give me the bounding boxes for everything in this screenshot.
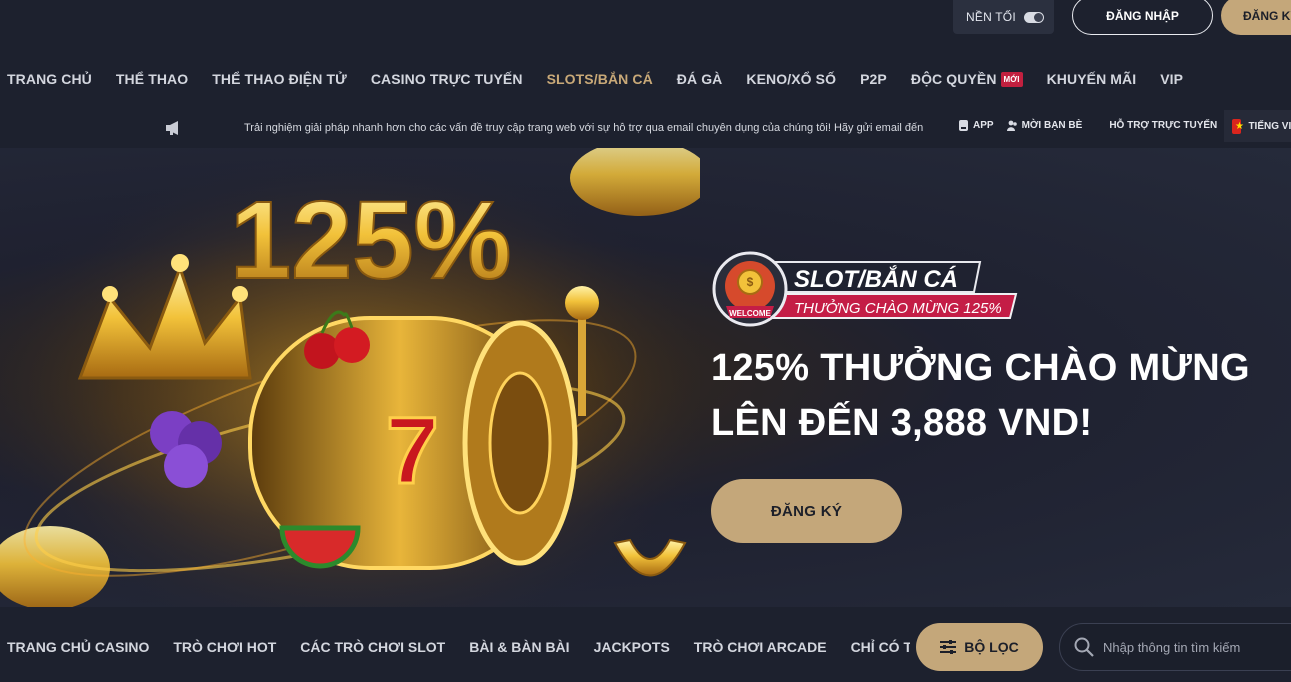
subnav-jackpots[interactable]: JACKPOTS bbox=[594, 639, 670, 655]
new-badge: MỚI bbox=[1000, 71, 1023, 87]
nav-item-slots[interactable]: SLOTS/BẮN CÁ bbox=[547, 71, 653, 87]
headline-line-2: LÊN ĐẾN 3,888 VND! bbox=[711, 402, 1093, 444]
dark-mode-toggle[interactable]: NỀN TỐI bbox=[953, 0, 1054, 34]
vietnam-flag-icon bbox=[1232, 118, 1245, 134]
welcome-badge: $ WELCOME SLOT/BẮN CÁ THƯỞNG CHÀO MỪNG 1… bbox=[712, 251, 1018, 327]
welcome-emblem-text: WELCOME bbox=[729, 309, 771, 318]
search-box[interactable] bbox=[1059, 623, 1291, 671]
filter-label: BỘ LỌC bbox=[964, 639, 1019, 655]
nav-item-p2p[interactable]: P2P bbox=[860, 71, 887, 87]
top-bar: NỀN TỐI ĐĂNG NHẬP ĐĂNG KÝ bbox=[0, 0, 1291, 48]
filter-button[interactable]: BỘ LỌC bbox=[916, 623, 1043, 671]
bonus-percent-art: 125% bbox=[230, 179, 511, 302]
filter-sliders-icon bbox=[940, 640, 957, 654]
app-link[interactable]: APP bbox=[958, 120, 994, 131]
nav-item-exclusive[interactable]: ĐỘC QUYỀN MỚI bbox=[911, 71, 1023, 87]
nav-item-cockfight[interactable]: ĐÁ GÀ bbox=[677, 71, 723, 87]
hero-banner[interactable]: 125% 7 $ WELCOME SLOT/BẮN CÁ THƯỞNG CHÀO… bbox=[0, 148, 1291, 607]
slot-machine-illustration: 125% 7 bbox=[0, 148, 700, 607]
subnav-casino-home[interactable]: TRANG CHỦ CASINO bbox=[7, 639, 149, 655]
nav-item-keno[interactable]: KENO/XỔ SỐ bbox=[746, 71, 836, 87]
subnav-exclusive[interactable]: CHỈ CÓ TẠI M8 bbox=[851, 639, 910, 655]
register-button-top[interactable]: ĐĂNG KÝ bbox=[1221, 0, 1291, 35]
hero-headline: 125% THƯỞNG CHÀO MỪNG LÊN ĐẾN 3,888 VND! bbox=[711, 341, 1250, 451]
phone-icon bbox=[959, 120, 968, 131]
subnav-hot-games[interactable]: TRÒ CHƠI HOT bbox=[173, 639, 276, 655]
quick-links: APP MỜI BẠN BÈ HỖ TRỢ TRỰC TUYẾN bbox=[958, 120, 1217, 131]
svg-text:7: 7 bbox=[386, 398, 439, 504]
hero-register-button[interactable]: ĐĂNG KÝ bbox=[711, 479, 902, 543]
toggle-switch-icon[interactable] bbox=[1023, 11, 1044, 23]
badge-title: SLOT/BẮN CÁ bbox=[794, 265, 958, 293]
nav-item-promotions[interactable]: KHUYẾN MÃI bbox=[1047, 71, 1137, 87]
nav-item-home[interactable]: TRANG CHỦ bbox=[7, 71, 92, 87]
login-button[interactable]: ĐĂNG NHẬP bbox=[1072, 0, 1213, 35]
dark-mode-label: NỀN TỐI bbox=[966, 10, 1016, 24]
search-input[interactable] bbox=[1103, 639, 1291, 655]
search-icon bbox=[1074, 637, 1094, 657]
language-selector[interactable]: TIẾNG VIỆT bbox=[1224, 110, 1291, 142]
svg-text:$: $ bbox=[747, 275, 754, 289]
casino-sub-nav: TRANG CHỦ CASINO TRÒ CHƠI HOT CÁC TRÒ CH… bbox=[0, 607, 1291, 682]
megaphone-icon bbox=[166, 121, 178, 135]
notice-bar: Trải nghiệm giải pháp nhanh hơn cho các … bbox=[0, 110, 1291, 148]
subnav-card-table[interactable]: BÀI & BÀN BÀI bbox=[469, 639, 569, 655]
users-icon bbox=[1006, 120, 1017, 131]
badge-subtitle: THƯỞNG CHÀO MỪNG 125% bbox=[794, 299, 1002, 317]
main-nav: TRANG CHỦ THỂ THAO THỂ THAO ĐIỆN TỬ CASI… bbox=[0, 48, 1291, 110]
subnav-slot-games[interactable]: CÁC TRÒ CHƠI SLOT bbox=[300, 639, 445, 655]
headline-line-1: 125% THƯỞNG CHÀO MỪNG bbox=[711, 347, 1250, 389]
invite-friends-link[interactable]: MỜI BẠN BÈ bbox=[1006, 120, 1082, 131]
subnav-arcade[interactable]: TRÒ CHƠI ARCADE bbox=[694, 639, 827, 655]
notice-marquee: Trải nghiệm giải pháp nhanh hơn cho các … bbox=[244, 122, 924, 134]
live-support-link[interactable]: HỖ TRỢ TRỰC TUYẾN bbox=[1109, 120, 1217, 131]
nav-item-esports[interactable]: THỂ THAO ĐIỆN TỬ bbox=[212, 71, 347, 87]
nav-item-vip[interactable]: VIP bbox=[1160, 71, 1183, 87]
nav-item-live-casino[interactable]: CASINO TRỰC TUYẾN bbox=[371, 71, 523, 87]
nav-item-sports[interactable]: THỂ THAO bbox=[116, 71, 188, 87]
